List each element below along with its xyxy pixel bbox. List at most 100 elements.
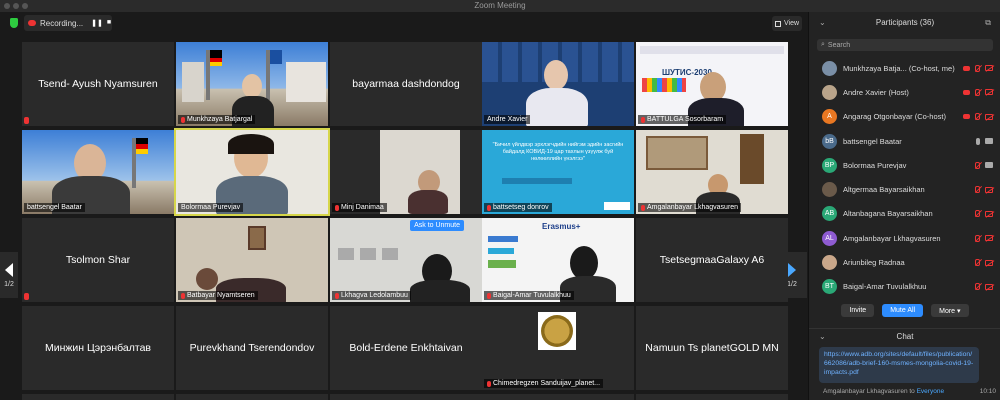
camera-off-icon[interactable] (985, 235, 993, 242)
video-tile[interactable]: "Бичил үйлдвэр эрхлэгчдийн нийгэм эдийн … (482, 130, 634, 214)
camera-off-icon[interactable] (985, 186, 993, 193)
participant-row[interactable]: Ariunbileg Radnaa (809, 250, 1000, 274)
participant-row[interactable]: A Angarag Otgonbayar (Co-host) (809, 105, 1000, 129)
video-feed (176, 42, 328, 126)
participant-status-icons (975, 283, 993, 291)
camera-icon[interactable] (985, 162, 993, 169)
participant-row[interactable]: Altgermaa Bayarsaikhan (809, 177, 1000, 201)
ask-to-unmute-button[interactable]: Ask to Unmute (410, 220, 464, 231)
window-title: Zoom Meeting (474, 1, 526, 10)
participant-name: battsengel Baatar (843, 136, 902, 146)
camera-off-icon[interactable] (985, 283, 993, 290)
tile-label: Amgalanbayar Lkhagvasuren (638, 203, 742, 212)
video-tile[interactable] (22, 394, 174, 400)
window-controls[interactable] (4, 3, 28, 9)
camera-off-icon[interactable] (985, 113, 993, 120)
video-tile[interactable]: Erasmus+ Baigal-Amar Tuvulalkhuu (482, 218, 634, 302)
participant-row[interactable]: bB battsengel Baatar (809, 129, 1000, 153)
video-tile[interactable]: Batbayar Nyamtseren (176, 218, 328, 302)
video-tile[interactable]: Минжин Цэрэнбалтав (22, 306, 174, 390)
video-tile[interactable]: TsetsegmaaGalaxy A6 (636, 218, 788, 302)
participant-status-icons (975, 161, 993, 169)
chat-title: Chat (896, 332, 914, 341)
video-tile[interactable]: ШУТИС-2030 BATTULGA Sosorbaram (636, 42, 788, 126)
chevron-down-icon[interactable]: ⌄ (819, 329, 826, 345)
mic-muted-icon[interactable] (975, 88, 980, 96)
participant-row[interactable]: BT Baigal-Amar Tuvulalkhuu (809, 275, 1000, 299)
view-button[interactable]: View (772, 16, 802, 31)
video-tile[interactable]: Tsolmon Shar (22, 218, 174, 302)
recording-icon (963, 65, 970, 71)
chat-link-text[interactable]: https://www.adb.org/sites/default/files/… (824, 351, 973, 376)
video-tile[interactable]: bayarmaa dashdondog (330, 42, 482, 126)
mute-all-button[interactable]: Mute All (882, 304, 924, 317)
video-tile[interactable]: Ask to Unmute Lkhagva Ledolambuu (330, 218, 482, 302)
mic-muted-icon[interactable] (975, 283, 980, 291)
participant-name: Altanbagana Bayarsaikhan (843, 209, 933, 219)
chat-message-link[interactable]: https://www.adb.org/sites/default/files/… (819, 347, 979, 383)
participant-row[interactable]: Andre Xavier (Host) (809, 80, 1000, 104)
video-tile-active-speaker[interactable]: Bolormaa Purevjav (174, 128, 330, 216)
video-tile[interactable]: Andre Xavier (482, 42, 634, 126)
mic-icon[interactable] (976, 137, 980, 145)
camera-off-icon[interactable] (985, 259, 993, 266)
chat-recipient[interactable]: Everyone (917, 388, 944, 395)
arrow-left-icon (5, 262, 13, 277)
pause-recording-button[interactable]: ❚❚ (91, 19, 103, 27)
mic-muted-icon[interactable] (975, 234, 980, 242)
chat-sender-line: Amgalanbayar Lkhagvasuren to Everyone (823, 388, 999, 395)
more-button[interactable]: More ▾ (931, 304, 969, 317)
slide-title: Erasmus+ (542, 222, 581, 231)
mic-muted-icon[interactable] (975, 210, 980, 218)
mic-muted-icon[interactable] (975, 113, 980, 121)
avatar: AB (822, 206, 837, 222)
video-tile[interactable] (330, 394, 482, 400)
video-tile[interactable]: Minj Danimaa (330, 130, 482, 214)
record-icon (28, 20, 36, 26)
participant-search-input[interactable]: ⌕ Search (817, 39, 993, 51)
video-tile[interactable]: battsengel Baatar (22, 130, 174, 214)
encryption-shield-icon[interactable] (10, 18, 18, 28)
participant-name: Angarag Otgonbayar (Co-host) (843, 112, 946, 122)
video-tile[interactable]: Amgalanbayar Lkhagvasuren (636, 130, 788, 214)
camera-icon[interactable] (985, 138, 993, 145)
video-tile[interactable]: Chimedregzen Sanduijav_planet... (482, 306, 634, 390)
video-tile[interactable]: Tsend- Ayush Nyamsuren (22, 42, 174, 126)
participant-row[interactable]: BP Bolormaa Purevjav (809, 153, 1000, 177)
chevron-down-icon[interactable]: ⌄ (819, 12, 826, 34)
avatar (822, 182, 837, 198)
video-tile[interactable]: Bold-Erdene Enkhtaivan (330, 306, 482, 390)
participant-name: Bold-Erdene Enkhtaivan (349, 342, 463, 354)
arrow-right-icon (788, 262, 796, 277)
video-tile[interactable]: Purevkhand Tserendondov (176, 306, 328, 390)
camera-off-icon[interactable] (985, 89, 993, 96)
video-tile[interactable] (482, 394, 634, 400)
participant-name: bayarmaa dashdondog (352, 78, 460, 90)
popout-icon[interactable]: ⧉ (985, 12, 991, 34)
tile-label: Batbayar Nyamtseren (178, 291, 258, 300)
participants-panel: ⌄ Participants (36) ⧉ ⌕ Search Munkhzaya… (808, 12, 1000, 400)
participant-row[interactable]: AL Amgalanbayar Lkhagvasuren (809, 226, 1000, 250)
page-prev-button[interactable]: 1/2 (0, 252, 18, 298)
mic-muted-icon[interactable] (975, 161, 980, 169)
participant-name: Munkhzaya Batjargal (187, 116, 253, 123)
page-indicator-left: 1/2 (4, 280, 14, 288)
participant-name: Batbayar Nyamtseren (187, 292, 255, 299)
stop-recording-button[interactable]: ■ (107, 19, 111, 27)
mic-muted-icon[interactable] (975, 186, 980, 194)
video-tile[interactable] (176, 394, 328, 400)
invite-button[interactable]: Invite (841, 304, 875, 317)
mic-muted-icon[interactable] (975, 259, 980, 267)
video-tile[interactable] (636, 394, 788, 400)
video-tile[interactable]: Munkhzaya Batjargal (176, 42, 328, 126)
recording-indicator: Recording... ❚❚ ■ (24, 15, 112, 31)
participant-row[interactable]: Munkhzaya Batja... (Co-host, me) (809, 56, 1000, 80)
video-tile[interactable]: Namuun Ts planetGOLD MN (636, 306, 788, 390)
video-feed (482, 42, 634, 126)
chat-sender: Amgalanbayar Lkhagvasuren to (823, 388, 915, 395)
mic-muted-icon[interactable] (975, 64, 980, 72)
participant-name: Altgermaa Bayarsaikhan (843, 185, 925, 195)
participant-row[interactable]: AB Altanbagana Bayarsaikhan (809, 202, 1000, 226)
camera-off-icon[interactable] (985, 65, 993, 72)
camera-off-icon[interactable] (985, 210, 993, 217)
